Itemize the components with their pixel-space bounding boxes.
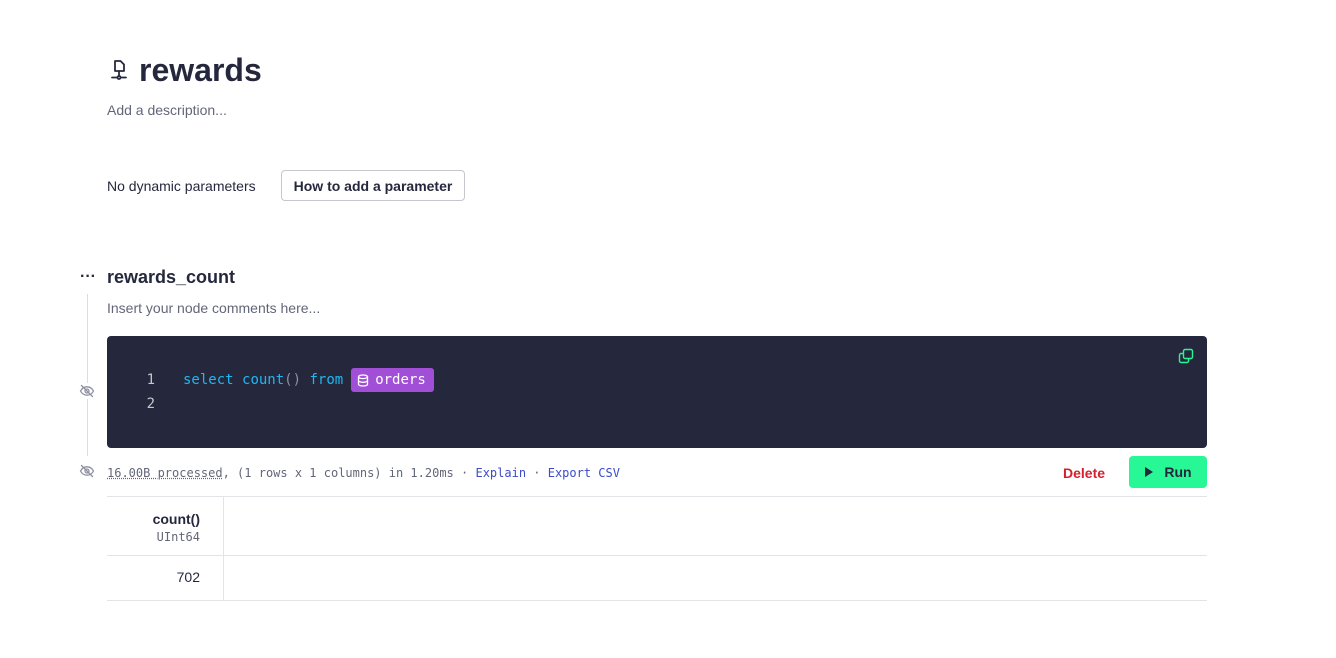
sql-keyword: select [183, 372, 234, 388]
query-stats: 16.00B processed, (1 rows x 1 columns) i… [107, 466, 620, 480]
sql-keyword: from [309, 372, 344, 388]
cell-value: 702 [176, 569, 200, 585]
query-summary: , (1 rows x 1 columns) in 1.20ms · [222, 466, 476, 480]
processed-bytes[interactable]: 16.00B processed [107, 466, 223, 480]
explain-link[interactable]: Explain [475, 466, 526, 480]
column-type: UInt64 [156, 530, 200, 544]
play-icon [1145, 467, 1154, 477]
parameters-status: No dynamic parameters [107, 177, 256, 194]
datasource-name: orders [375, 372, 426, 388]
eye-off-icon[interactable] [79, 383, 95, 399]
line-number: 2 [146, 396, 155, 412]
pipe-description-field[interactable]: Add a description... [107, 102, 227, 118]
eye-off-icon[interactable] [79, 463, 95, 479]
export-csv-link[interactable]: Export CSV [548, 466, 620, 480]
run-label: Run [1164, 464, 1192, 480]
pipe-page: rewards Add a description... No dynamic … [0, 0, 1336, 658]
copy-icon[interactable] [1178, 348, 1194, 364]
sql-function: count [242, 372, 285, 388]
code-line: 1 select count() from orders [107, 368, 434, 392]
empty-header-space [224, 497, 1207, 555]
table-header-row: count() UInt64 [107, 496, 1207, 556]
sql-parens: () [284, 372, 302, 388]
code-line: 2 [107, 392, 155, 416]
datasource-pill[interactable]: orders [351, 368, 434, 392]
delete-node-button[interactable]: Delete [1054, 457, 1114, 488]
line-number: 1 [146, 372, 155, 388]
results-table: count() UInt64 702 [107, 496, 1207, 601]
table-cell: 702 [107, 556, 224, 600]
node-rail [87, 294, 88, 456]
node-options-menu[interactable]: ··· [78, 268, 98, 288]
empty-row-space [224, 556, 1207, 600]
stats-separator: · [526, 466, 548, 480]
pipe-icon [107, 58, 131, 82]
pipe-title[interactable]: rewards [139, 50, 262, 90]
table-row: 702 [107, 556, 1207, 601]
sql-editor[interactable]: 1 select count() from orders 2 [107, 336, 1207, 448]
parameters-row: No dynamic parameters How to add a param… [107, 170, 466, 201]
run-button[interactable]: Run [1129, 456, 1207, 488]
pipe-header: rewards [107, 50, 262, 90]
column-name: count() [152, 511, 200, 527]
database-icon [358, 373, 369, 387]
node-comments-field[interactable]: Insert your node comments here... [107, 300, 320, 316]
node-name[interactable]: rewards_count [107, 267, 235, 288]
how-to-add-parameter-button[interactable]: How to add a parameter [280, 170, 466, 201]
column-header[interactable]: count() UInt64 [107, 497, 224, 555]
